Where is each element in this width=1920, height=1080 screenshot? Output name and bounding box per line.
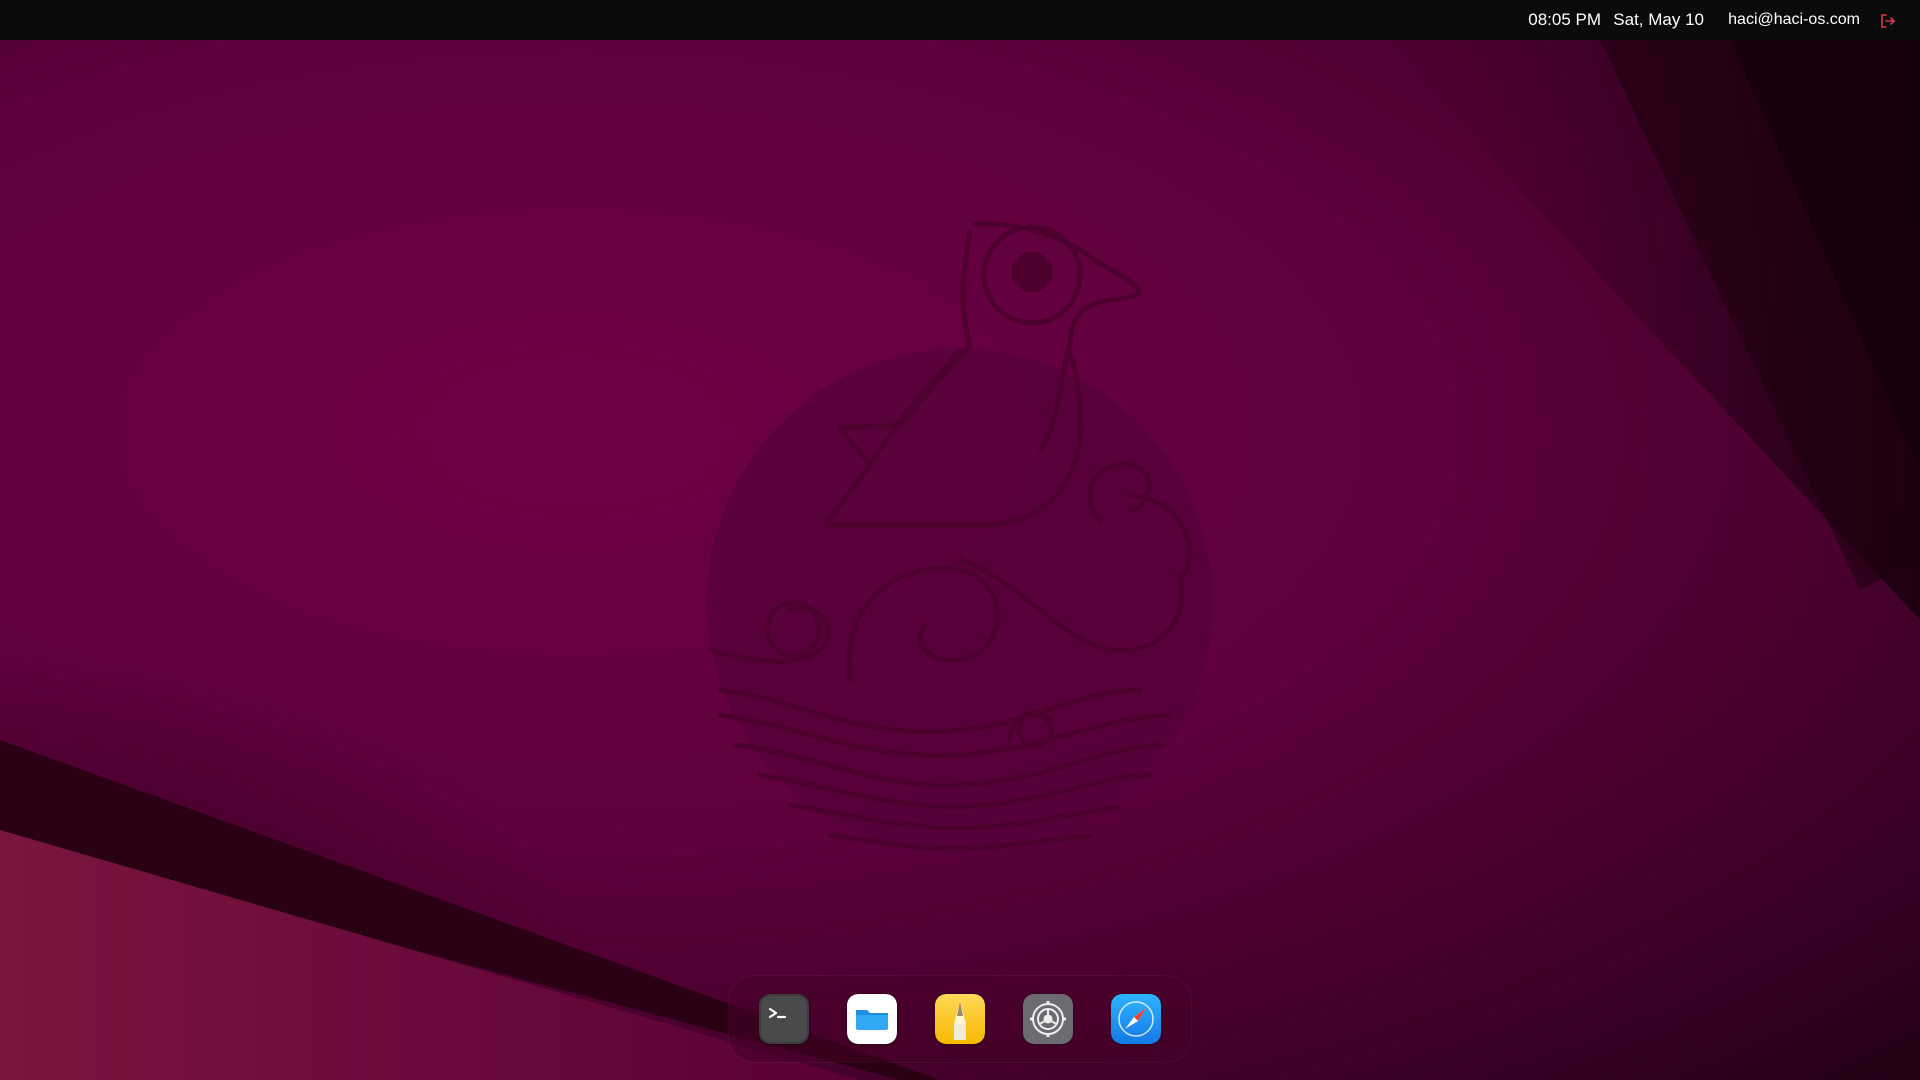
user-email[interactable]: haci@haci-os.com [1728, 0, 1860, 40]
desktop: 08:05 PM Sat, May 10 haci@haci-os.com [0, 0, 1920, 1080]
date[interactable]: Sat, May 10 [1613, 0, 1704, 40]
terminal-icon[interactable] [759, 994, 809, 1044]
clock[interactable]: 08:05 PM [1528, 0, 1601, 40]
puffin-logo [707, 221, 1213, 855]
pen-icon[interactable] [935, 994, 985, 1044]
compass-icon[interactable] [1111, 994, 1161, 1044]
gear-icon[interactable] [1023, 994, 1073, 1044]
top-bar: 08:05 PM Sat, May 10 haci@haci-os.com [0, 0, 1920, 40]
dock [729, 976, 1191, 1062]
folder-icon[interactable] [847, 994, 897, 1044]
logout-icon[interactable] [1880, 13, 1896, 28]
wallpaper [0, 40, 1920, 1080]
